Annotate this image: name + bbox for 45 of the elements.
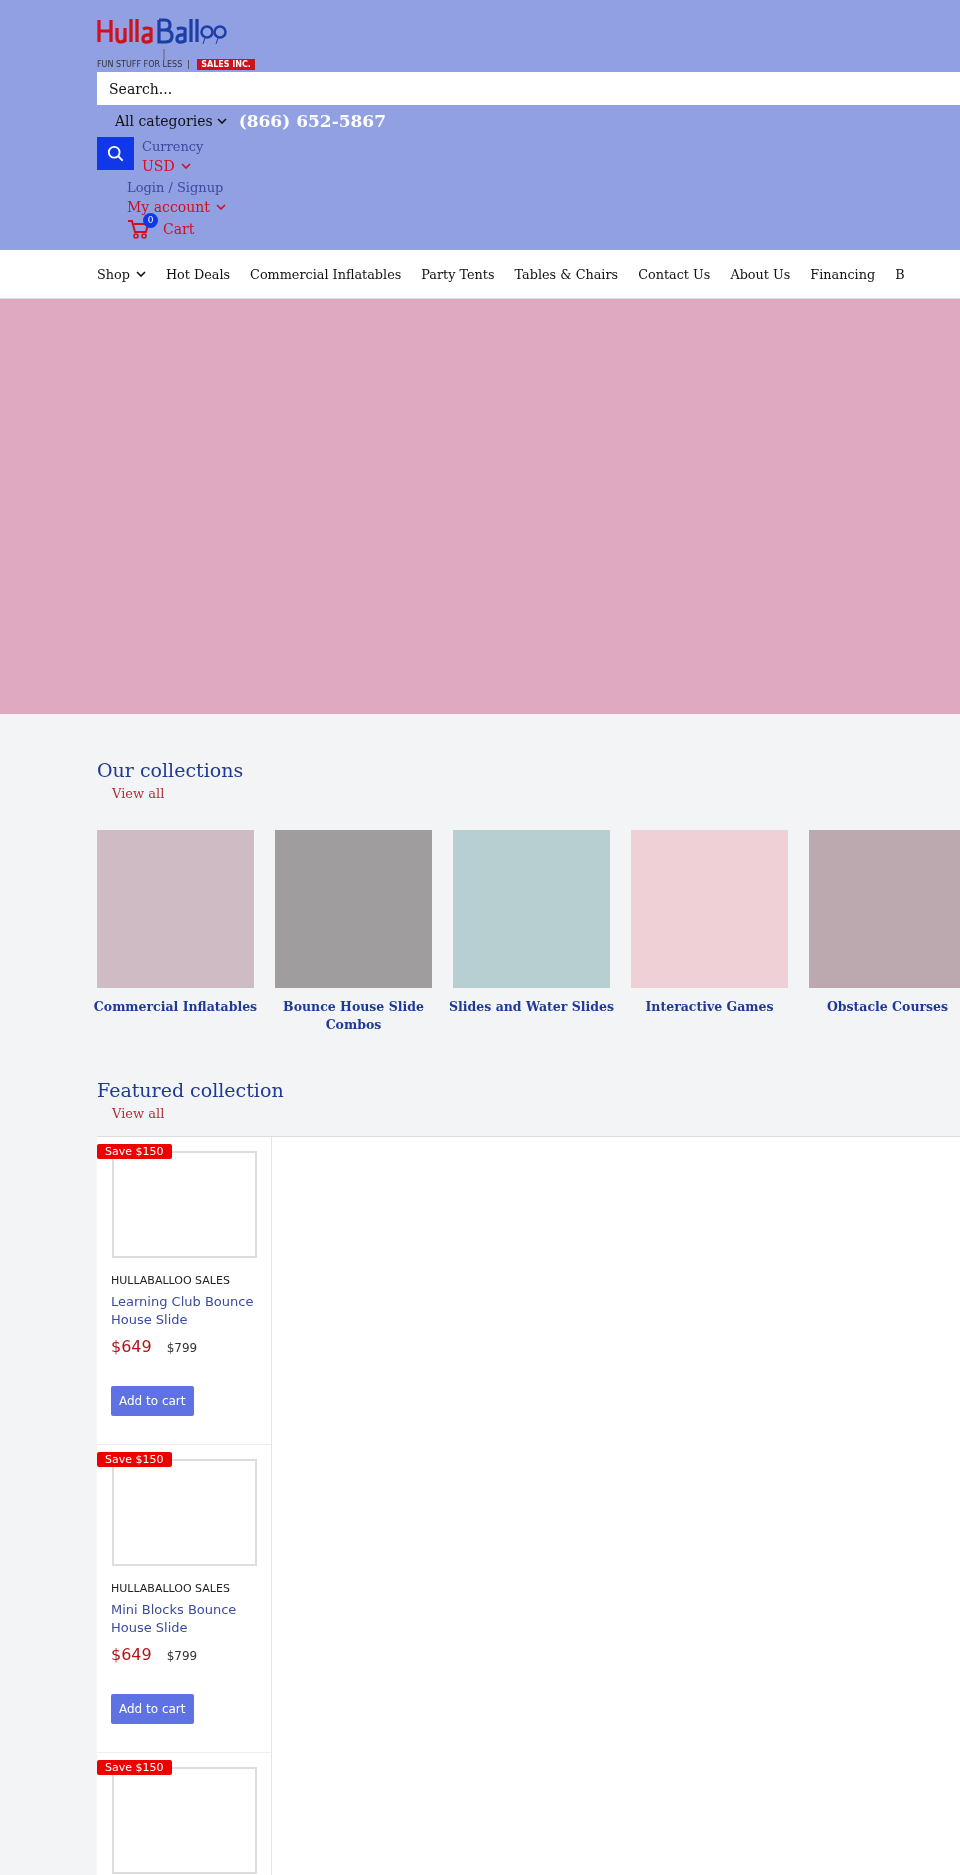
nav-link[interactable]: Shop <box>97 266 146 282</box>
nav-link[interactable]: Party Tents <box>421 266 495 282</box>
nav-link[interactable]: Contact Us <box>638 266 711 282</box>
category-select[interactable]: All categories <box>115 113 227 129</box>
chevron-icon <box>216 118 227 124</box>
collection-name[interactable]: Bounce House Slide Combos <box>268 998 439 1034</box>
product-card[interactable]: Save $150 HULLABALLOO SALES Mini Blocks Bounce House Slide $649 $799 Add to cart <box>97 1445 271 1753</box>
add-to-cart-button[interactable]: Add to cart <box>111 1386 194 1416</box>
compare-price: $799 <box>166 1649 198 1663</box>
sale-price: $649 <box>111 1645 152 1664</box>
section-title: Our collections <box>97 758 245 782</box>
search-field[interactable]: Search... <box>97 72 960 105</box>
collection-name[interactable]: Obstacle Courses <box>802 998 960 1016</box>
nav-link[interactable]: B <box>895 266 905 282</box>
view-all-link[interactable]: View all <box>112 1106 165 1121</box>
nav-link[interactable]: Hot Deals <box>165 266 231 282</box>
nav-link[interactable]: Financing <box>810 266 876 282</box>
search-icon <box>106 144 125 163</box>
nav-link[interactable]: Tables & Chairs <box>514 266 619 282</box>
product-card[interactable]: Save $150 <box>97 1753 271 1875</box>
compare-price: $799 <box>166 1341 198 1355</box>
chevron-icon <box>135 271 146 277</box>
save-badge: Save $150 <box>97 1452 172 1467</box>
section-title: Featured collection <box>97 1078 285 1102</box>
chevron-icon <box>180 163 191 169</box>
save-badge: Save $150 <box>97 1760 172 1775</box>
product-title[interactable]: Mini Blocks Bounce House Slide <box>111 1601 257 1637</box>
sale-price: $649 <box>111 1337 152 1356</box>
collection-name[interactable]: Commercial Inflatables <box>90 998 261 1016</box>
nav-link[interactable]: Commercial Inflatables <box>250 266 402 282</box>
save-badge: Save $150 <box>97 1144 172 1159</box>
nav-link[interactable]: About Us <box>730 266 791 282</box>
logo-tagline: FUN STUFF FOR LESS <box>97 60 190 69</box>
add-to-cart-button[interactable]: Add to cart <box>111 1694 194 1724</box>
product-title[interactable]: Learning Club Bounce House Slide <box>111 1293 257 1329</box>
chevron-icon <box>215 204 226 210</box>
collection-name[interactable]: Slides and Water Slides <box>446 998 617 1016</box>
currency-label: Currency <box>142 138 204 156</box>
logo-badge: SALES INC. <box>197 59 255 70</box>
vendor-name: HULLABALLOO SALES <box>111 1582 231 1595</box>
view-all-link[interactable]: View all <box>112 786 165 801</box>
search-button[interactable] <box>97 137 134 170</box>
product-card[interactable]: Save $150 HULLABALLOO SALES Learning Club Bounce House Slide $649 $799 Add to cart <box>97 1137 271 1445</box>
vendor-name: HULLABALLOO SALES <box>111 1274 231 1287</box>
collection-name[interactable]: Interactive Games <box>624 998 795 1016</box>
